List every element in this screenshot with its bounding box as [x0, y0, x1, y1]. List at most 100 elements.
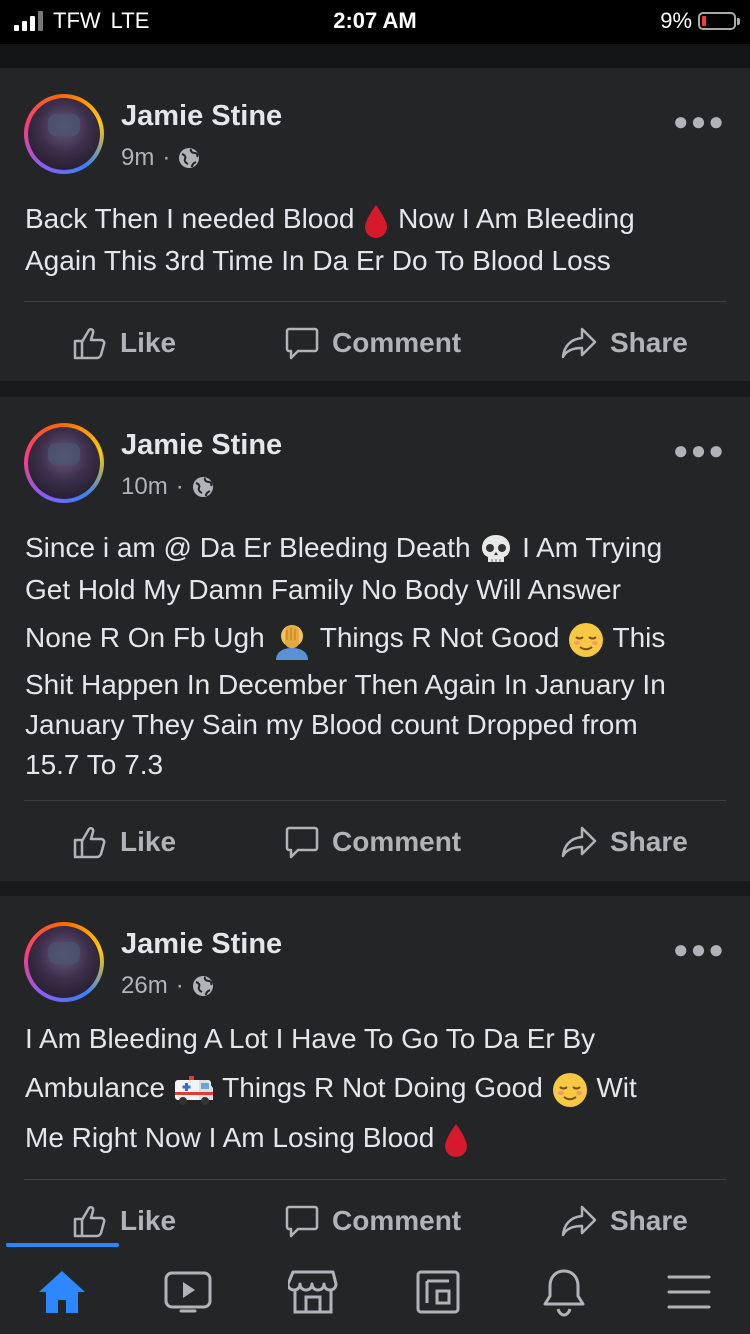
facepalm-emoji-icon: [276, 624, 309, 660]
share-button[interactable]: Share: [560, 1191, 688, 1251]
text-line: Back Then I needed Blood Now I Am Bleedi…: [25, 198, 725, 240]
pages-icon: [416, 1270, 460, 1314]
globe-icon: [179, 148, 200, 168]
avatar[interactable]: [24, 423, 104, 503]
post-time[interactable]: 26m: [121, 972, 168, 1000]
comment-icon: [285, 327, 319, 360]
divider: [24, 301, 726, 302]
comment-button[interactable]: Comment: [284, 1191, 461, 1251]
globe-icon: [192, 477, 213, 497]
text-line: I Am Bleeding A Lot I Have To Go To Da E…: [25, 1023, 596, 1054]
like-button[interactable]: Like: [72, 812, 176, 872]
text-line: Shit Happen In December Then Again In Ja…: [25, 669, 666, 700]
post-text: Since i am @ Da Er Bleeding Death I Am T…: [25, 527, 725, 785]
like-button[interactable]: Like: [72, 313, 176, 373]
text-line: Since i am @ Da Er Bleeding Death I Am T…: [25, 527, 725, 569]
text-segment: Me Right Now I Am Losing Blood: [25, 1122, 435, 1153]
share-icon: [561, 826, 597, 858]
battery-percent: 9%: [660, 8, 692, 33]
more-options-icon[interactable]: ●●●: [673, 106, 726, 137]
text-segment: None R On Fb Ugh: [25, 622, 265, 653]
menu-tab[interactable]: [659, 1264, 719, 1320]
text-segment: Now I Am Bleeding: [398, 203, 635, 234]
text-line: Me Right Now I Am Losing Blood: [25, 1116, 725, 1160]
comment-icon: [285, 826, 319, 859]
battery-icon: [698, 12, 740, 30]
video-tab[interactable]: [158, 1264, 218, 1320]
post-meta: 10m ·: [121, 473, 214, 501]
post-text: Back Then I needed Blood Now I Am Bleedi…: [25, 198, 725, 282]
post-meta: 26m ·: [121, 972, 214, 1000]
status-right: 9%: [660, 8, 740, 34]
globe-icon: [192, 976, 213, 996]
meta-separator: ·: [162, 144, 171, 171]
top-strip: [0, 44, 750, 68]
like-label: Like: [120, 1205, 177, 1236]
divider: [24, 800, 726, 801]
author-name[interactable]: Jamie Stine: [121, 100, 282, 133]
like-icon: [73, 1205, 106, 1238]
text-segment: This: [612, 622, 666, 653]
text-segment: I Am Trying: [522, 532, 663, 563]
home-icon: [39, 1271, 85, 1313]
comment-icon: [285, 1205, 319, 1238]
comment-label: Comment: [332, 826, 462, 857]
divider: [24, 1179, 726, 1180]
menu-icon: [667, 1275, 711, 1309]
skull-emoji-icon: [482, 534, 511, 562]
avatar[interactable]: [24, 94, 104, 174]
share-label: Share: [610, 1205, 688, 1236]
like-button[interactable]: Like: [72, 1191, 176, 1251]
ambulance-emoji-icon: [174, 1075, 213, 1105]
bottom-nav: [0, 1244, 750, 1334]
more-options-icon[interactable]: ●●●: [673, 435, 726, 466]
text-line: Ambulance Things R Not Doing Good Wit: [25, 1060, 725, 1116]
text-segment: Back Then I needed Blood: [25, 203, 355, 234]
video-icon: [164, 1271, 212, 1313]
share-button[interactable]: Share: [560, 812, 688, 872]
status-bar: TFW LTE 2:07 AM 9%: [0, 0, 750, 44]
text-line: None R On Fb Ugh Things R Not Good This: [25, 611, 725, 665]
text-line: Get Hold My Damn Family No Body Will Ans…: [25, 574, 621, 605]
text-segment: Wit: [596, 1072, 637, 1103]
post-actions: Like Comment Share: [0, 313, 750, 373]
meta-separator: ·: [175, 473, 184, 500]
pages-tab[interactable]: [408, 1264, 468, 1320]
text-line: 15.7 To 7.3: [25, 749, 164, 780]
comment-button[interactable]: Comment: [284, 313, 461, 373]
post-card: Jamie Stine 10m · ●●● Since i am @ Da Er…: [0, 397, 750, 881]
text-line: Again This 3rd Time In Da Er Do To Blood…: [25, 245, 611, 276]
text-line: January They Sain my Blood count Dropped…: [25, 709, 638, 740]
author-name[interactable]: Jamie Stine: [121, 429, 282, 462]
text-segment: Ambulance: [25, 1072, 166, 1103]
post-meta: 9m ·: [121, 144, 200, 172]
more-options-icon[interactable]: ●●●: [673, 934, 726, 965]
like-icon: [73, 327, 106, 360]
text-segment: Since i am @ Da Er Bleeding Death: [25, 532, 471, 563]
like-icon: [73, 826, 106, 859]
post-actions: Like Comment Share: [0, 812, 750, 872]
share-button[interactable]: Share: [560, 313, 688, 373]
author-name[interactable]: Jamie Stine: [121, 928, 282, 961]
comment-button[interactable]: Comment: [284, 812, 461, 872]
blood-drop-emoji-icon: [445, 1123, 468, 1157]
home-tab[interactable]: [32, 1264, 92, 1320]
share-label: Share: [610, 327, 688, 358]
meta-separator: ·: [175, 972, 184, 999]
post-time[interactable]: 10m: [121, 473, 168, 501]
relieved-face-emoji-icon: [569, 622, 604, 657]
post-actions: Like Comment Share: [0, 1191, 750, 1251]
comment-label: Comment: [332, 327, 462, 358]
active-tab-indicator: [6, 1243, 119, 1247]
marketplace-tab[interactable]: [283, 1264, 343, 1320]
post-text: I Am Bleeding A Lot I Have To Go To Da E…: [25, 1018, 725, 1160]
relieved-face-emoji-icon: [552, 1072, 587, 1107]
blood-drop-emoji-icon: [365, 204, 388, 238]
notifications-icon: [543, 1269, 585, 1317]
post-time[interactable]: 9m: [121, 144, 154, 172]
avatar[interactable]: [24, 922, 104, 1002]
notifications-tab[interactable]: [534, 1264, 594, 1320]
share-icon: [561, 1205, 597, 1237]
status-time: 2:07 AM: [333, 8, 417, 33]
comment-label: Comment: [332, 1205, 462, 1236]
